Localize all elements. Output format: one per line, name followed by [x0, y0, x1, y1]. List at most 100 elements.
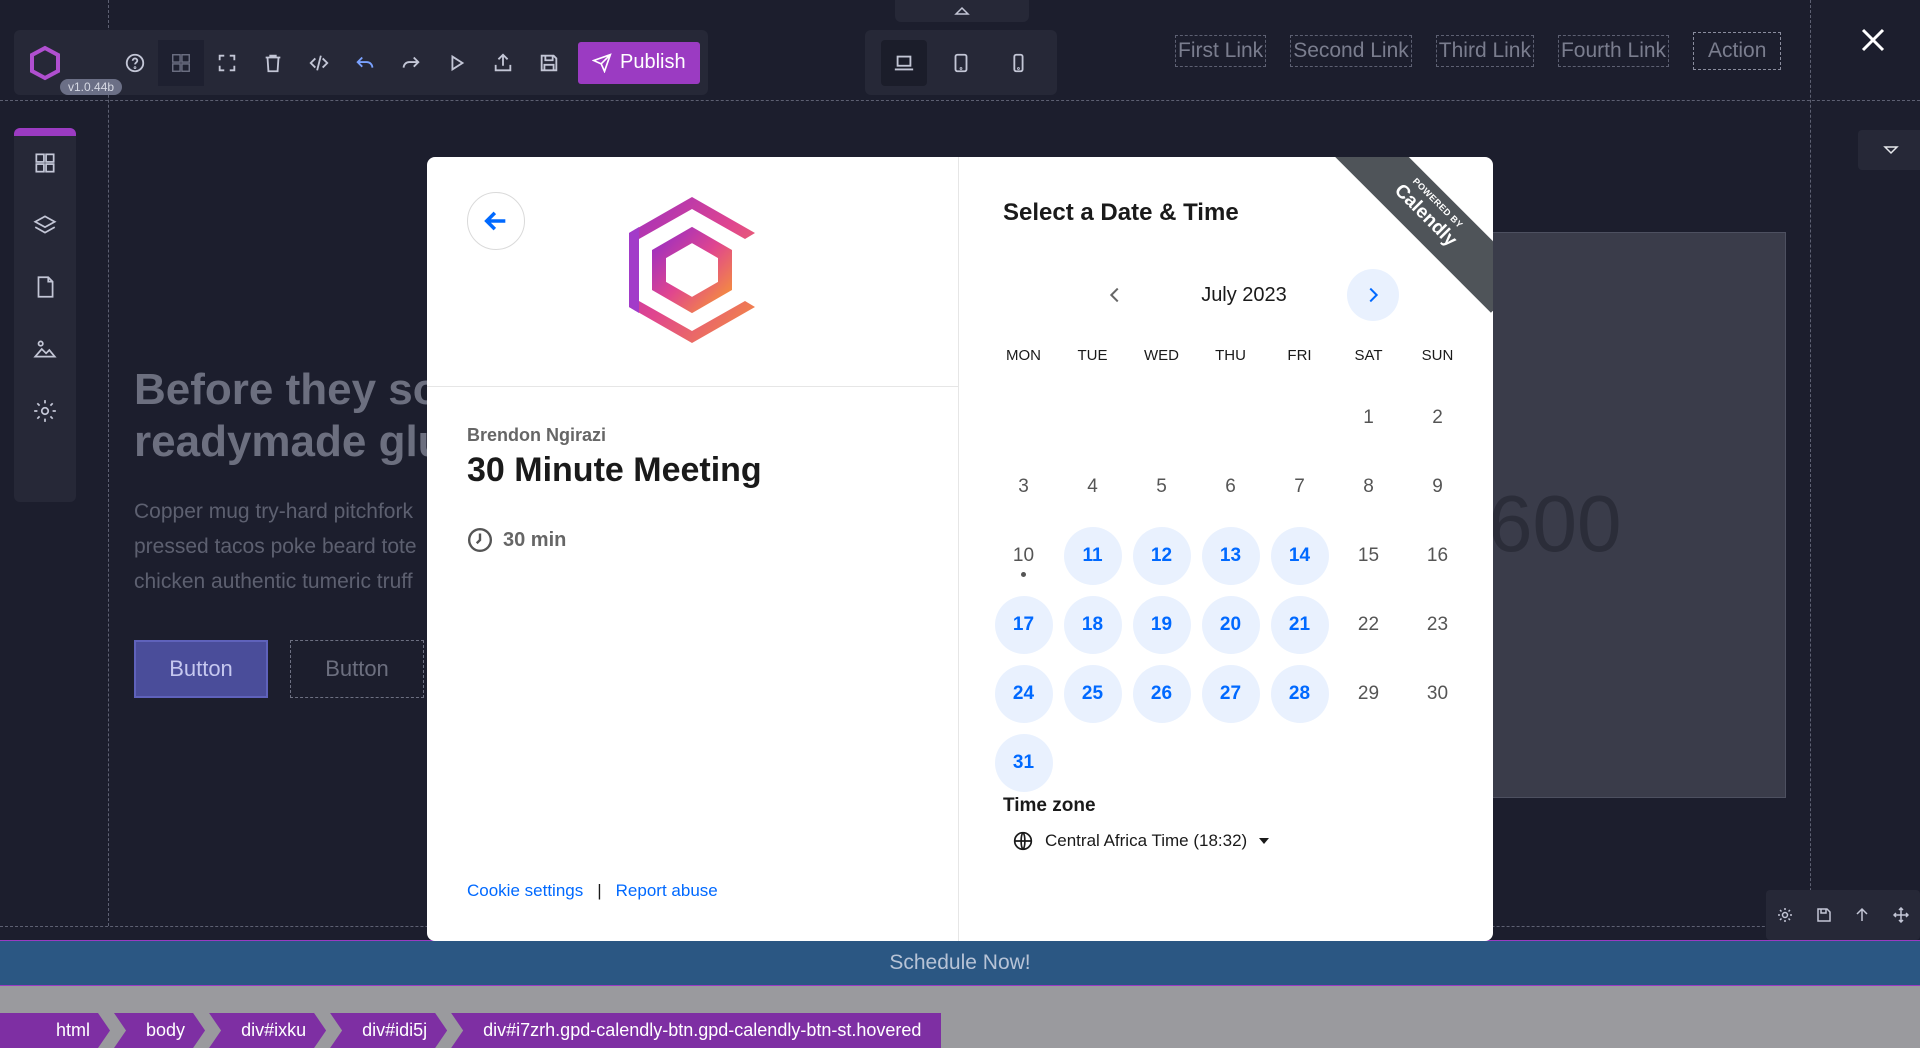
calendar-empty-cell	[1058, 383, 1127, 452]
weekday-header: MON	[1006, 347, 1041, 364]
calendar-day: 29	[1334, 659, 1403, 728]
mobile-icon[interactable]	[995, 40, 1041, 86]
layers-icon[interactable]	[32, 212, 58, 238]
export-icon[interactable]	[480, 40, 526, 86]
save-icon[interactable]	[526, 40, 572, 86]
duration-label: 30 min	[503, 528, 567, 551]
calendar-day[interactable]: 24	[989, 659, 1058, 728]
caret-down-icon	[1259, 838, 1270, 844]
nav-link-fourth[interactable]: Fourth Link	[1557, 35, 1670, 67]
trash-icon[interactable]	[250, 40, 296, 86]
day-number: 9	[1432, 475, 1443, 497]
date-picker-pane: Select a Date & Time July 2023 MON TUE WED…	[959, 157, 1493, 941]
day-number: 13	[1201, 526, 1260, 585]
hero-text[interactable]: Copper mug try-hard pitchfork pressed ta…	[134, 494, 434, 599]
calendar-day: 2	[1403, 383, 1472, 452]
calendar-day[interactable]: 14	[1265, 521, 1334, 590]
collapse-toggle[interactable]	[895, 0, 1029, 22]
clock-icon	[467, 527, 493, 553]
calendar-day[interactable]: 20	[1196, 590, 1265, 659]
nav-link-third[interactable]: Third Link	[1435, 35, 1534, 67]
panel-dropdown[interactable]	[1858, 130, 1920, 170]
hero-text-line: Copper mug try-hard pitchfork	[134, 500, 413, 523]
day-number: 21	[1270, 595, 1329, 654]
redo-icon[interactable]	[388, 40, 434, 86]
day-number: 5	[1156, 475, 1167, 497]
hero-secondary-button[interactable]: Button	[290, 640, 424, 698]
nav-action-button[interactable]: Action	[1693, 32, 1782, 70]
day-number: 14	[1270, 526, 1329, 585]
day-number: 18	[1063, 595, 1122, 654]
breadcrumb-item[interactable]: div#ixku	[209, 1013, 326, 1048]
calendar-day[interactable]: 27	[1196, 659, 1265, 728]
device-switcher	[865, 30, 1057, 95]
calendar-day[interactable]: 18	[1058, 590, 1127, 659]
calendar-day[interactable]: 25	[1058, 659, 1127, 728]
help-icon[interactable]	[112, 40, 158, 86]
send-icon	[592, 52, 612, 73]
hero-title[interactable]: Before they so readymade glu	[134, 364, 454, 468]
save-icon[interactable]	[1816, 907, 1832, 923]
element-toolbar	[1766, 890, 1920, 940]
weekday-header: SUN	[1421, 347, 1454, 364]
preview-icon[interactable]	[434, 40, 480, 86]
calendar-day[interactable]: 13	[1196, 521, 1265, 590]
prev-month-button[interactable]	[1089, 269, 1141, 321]
calendar-day[interactable]: 12	[1127, 521, 1196, 590]
desktop-icon[interactable]	[880, 39, 927, 86]
calendar-day[interactable]: 28	[1265, 659, 1334, 728]
calendar-day[interactable]: 19	[1127, 590, 1196, 659]
settings-icon[interactable]	[32, 398, 58, 424]
footer-links: Cookie settings | Report abuse	[467, 881, 718, 901]
event-details-pane: Brendon Ngirazi 30 Minute Meeting 30 min…	[427, 157, 959, 941]
grid-icon[interactable]	[158, 39, 204, 86]
timezone-select[interactable]: Central Africa Time (18:32)	[1013, 831, 1270, 851]
arrow-up-icon[interactable]	[1854, 907, 1870, 923]
next-month-button[interactable]	[1347, 269, 1399, 321]
day-number: 4	[1087, 475, 1098, 497]
calendar-day[interactable]: 31	[989, 728, 1058, 797]
breadcrumb-item[interactable]: body	[114, 1013, 205, 1048]
day-number: 11	[1063, 526, 1122, 585]
day-number: 28	[1270, 664, 1329, 723]
publish-button[interactable]: Publish	[578, 41, 700, 84]
code-icon[interactable]	[296, 40, 342, 86]
breadcrumb-item[interactable]: div#i7zrh.gpd-calendly-btn.gpd-calendly-…	[451, 1013, 942, 1048]
calendar-day: 10	[989, 521, 1058, 590]
weekday-header: SAT	[1354, 347, 1383, 364]
gear-icon[interactable]	[1777, 907, 1793, 923]
fullscreen-icon[interactable]	[204, 40, 250, 86]
chevron-left-icon	[1109, 287, 1119, 303]
assets-icon[interactable]	[32, 336, 58, 362]
calendar-day[interactable]: 11	[1058, 521, 1127, 590]
schedule-now-button[interactable]: Schedule Now!	[0, 940, 1920, 986]
report-abuse-link[interactable]: Report abuse	[616, 881, 718, 901]
nav-link-first[interactable]: First Link	[1175, 35, 1267, 67]
calendar-day[interactable]: 21	[1265, 590, 1334, 659]
picker-title: Select a Date & Time	[1003, 199, 1239, 226]
blocks-icon[interactable]	[32, 150, 58, 176]
close-icon[interactable]	[1855, 22, 1891, 58]
app-logo-icon: v1.0.44b	[28, 45, 123, 95]
calendar-day[interactable]: 26	[1127, 659, 1196, 728]
breadcrumb-item[interactable]: html	[0, 1013, 110, 1048]
day-number: 16	[1426, 544, 1449, 566]
breadcrumb-item[interactable]: div#idi5j	[330, 1013, 447, 1048]
calendly-modal: Brendon Ngirazi 30 Minute Meeting 30 min…	[427, 157, 1493, 941]
today-indicator	[1021, 572, 1026, 577]
weekday-header: TUE	[1077, 347, 1108, 364]
tablet-icon[interactable]	[938, 40, 984, 86]
arrow-left-icon	[484, 211, 506, 231]
hero-primary-button[interactable]: Button	[134, 640, 268, 698]
pages-icon[interactable]	[32, 274, 58, 300]
editor-sidebar	[14, 128, 76, 502]
calendar-day: 4	[1058, 452, 1127, 521]
nav-link-second[interactable]: Second Link	[1290, 35, 1412, 67]
back-button[interactable]	[467, 192, 525, 250]
calendar-day[interactable]: 17	[989, 590, 1058, 659]
cookie-settings-link[interactable]: Cookie settings	[467, 881, 583, 901]
undo-icon[interactable]	[342, 40, 388, 86]
hero-text-line: pressed tacos poke beard tote	[134, 535, 417, 558]
day-number: 25	[1063, 664, 1122, 723]
move-icon[interactable]	[1892, 907, 1909, 923]
